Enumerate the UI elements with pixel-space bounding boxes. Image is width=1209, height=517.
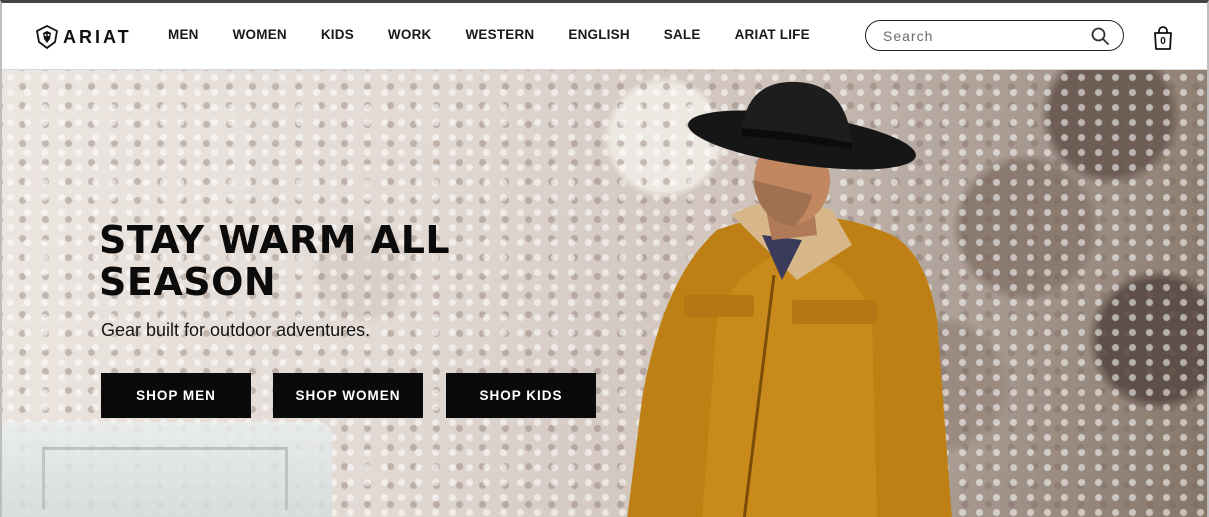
hero-subheadline: Gear built for outdoor adventures. bbox=[101, 320, 371, 340]
browser-frame: ARIAT MEN WOMEN KIDS WORK WESTERN ENGLIS… bbox=[0, 0, 1209, 517]
nav-item-women[interactable]: WOMEN bbox=[233, 27, 287, 42]
nav-item-work[interactable]: WORK bbox=[388, 27, 432, 42]
model-in-jacket-image bbox=[627, 81, 952, 517]
cart-count: 0 bbox=[1160, 36, 1166, 47]
truck-image bbox=[2, 422, 332, 517]
ariat-logo[interactable]: ARIAT bbox=[35, 24, 132, 50]
hero-headline: STAY WARM ALL SEASON bbox=[99, 218, 451, 304]
hero-banner: STAY WARM ALL SEASON Gear built for outd… bbox=[2, 70, 1207, 517]
logo-text: ARIAT bbox=[63, 26, 132, 47]
nav-item-western[interactable]: WESTERN bbox=[465, 27, 534, 42]
shopping-bag-button[interactable]: 0 bbox=[1152, 25, 1174, 51]
nav-item-men[interactable]: MEN bbox=[168, 27, 199, 42]
nav-item-kids[interactable]: KIDS bbox=[321, 27, 354, 42]
nav-item-english[interactable]: ENGLISH bbox=[568, 27, 629, 42]
shop-women-button[interactable]: SHOP WOMEN bbox=[273, 373, 423, 418]
search-box bbox=[865, 20, 1124, 51]
search-icon[interactable] bbox=[1091, 27, 1109, 45]
site-header: ARIAT MEN WOMEN KIDS WORK WESTERN ENGLIS… bbox=[2, 3, 1207, 70]
nav-item-sale[interactable]: SALE bbox=[664, 27, 701, 42]
main-nav: MEN WOMEN KIDS WORK WESTERN ENGLISH SALE… bbox=[168, 27, 844, 42]
shop-kids-button[interactable]: SHOP KIDS bbox=[446, 373, 596, 418]
search-input[interactable] bbox=[881, 27, 1075, 45]
horse-head-logo-icon bbox=[35, 25, 59, 49]
shop-men-button[interactable]: SHOP MEN bbox=[101, 373, 251, 418]
nav-item-ariat-life[interactable]: ARIAT LIFE bbox=[735, 27, 810, 42]
